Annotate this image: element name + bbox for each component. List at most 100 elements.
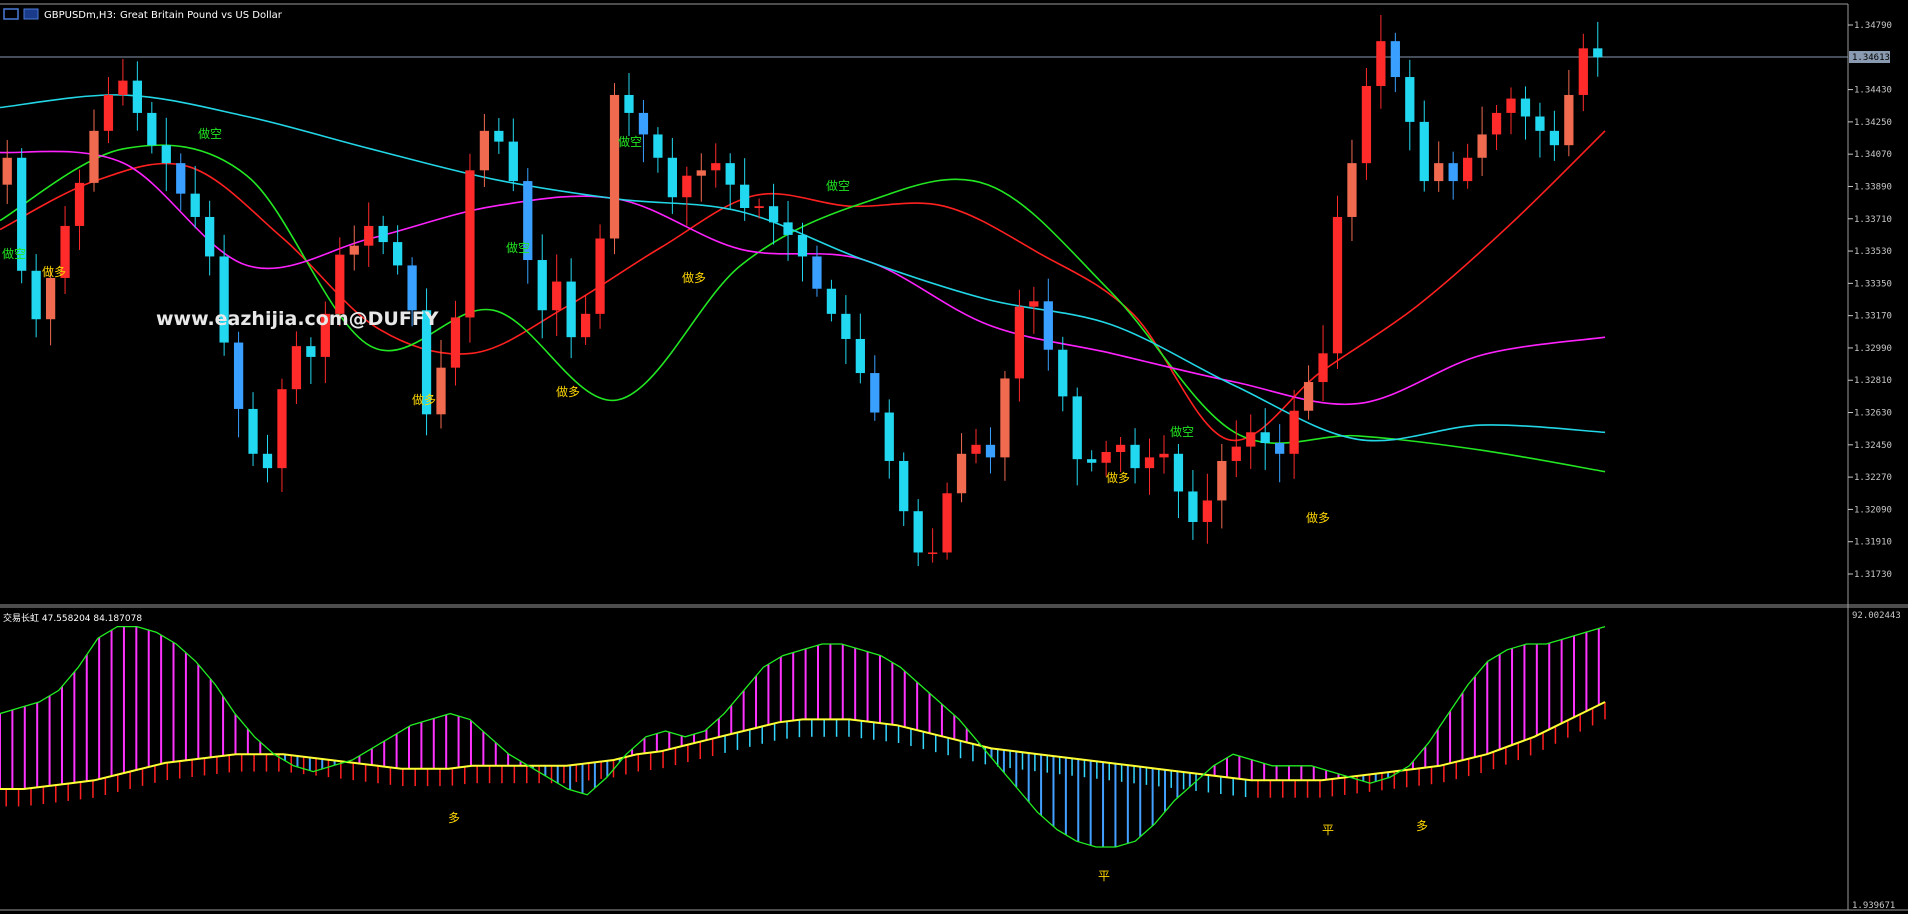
bear-candle <box>494 130 504 142</box>
bear-candle <box>768 206 779 223</box>
trading-chart[interactable]: GBPUSDm,H3: Great Britain Pound vs US Do… <box>0 0 1908 914</box>
bear-candle <box>407 265 417 311</box>
price-tick-label: 1.31730 <box>1854 570 1892 580</box>
bull-candle <box>1231 446 1241 461</box>
bull-candle <box>1332 216 1343 354</box>
price-tick-label: 1.32990 <box>1854 344 1892 354</box>
bull-candle <box>1303 382 1314 411</box>
bear-candle <box>855 338 865 374</box>
bull-candle <box>1477 134 1487 158</box>
bear-candle <box>262 453 273 469</box>
bull-candle <box>1000 378 1010 458</box>
signal-label-sell: 做空 <box>506 240 530 255</box>
bull-candle <box>1115 444 1126 452</box>
bull-candle <box>103 94 114 131</box>
bear-candle <box>378 225 388 243</box>
bear-candle <box>899 460 909 512</box>
bear-candle <box>306 346 316 357</box>
bear-candle <box>1260 432 1270 444</box>
bear-candle <box>233 342 244 409</box>
signal-label-sell: 做空 <box>1170 424 1194 439</box>
bear-candle <box>826 288 837 314</box>
signal-label-sell: 做空 <box>826 178 850 193</box>
bear-candle <box>638 112 649 135</box>
bull-candle <box>754 206 764 208</box>
bear-candle <box>1072 396 1082 460</box>
price-tick-label: 1.31910 <box>1854 538 1892 548</box>
symbol-description: Great Britain Pound vs US Dollar <box>120 10 283 21</box>
signal-label-sell: 做空 <box>2 246 26 261</box>
bull-candle <box>118 80 128 95</box>
bull-candle <box>552 281 562 311</box>
bull-candle <box>971 444 981 454</box>
bull-candle <box>450 317 461 368</box>
osc-signal-label: 多 <box>1416 819 1428 833</box>
bear-candle <box>624 94 634 113</box>
bull-candle <box>74 182 85 226</box>
signal-label-buy: 做多 <box>1106 470 1130 485</box>
bull-candle <box>1361 86 1372 164</box>
bull-candle <box>928 552 938 554</box>
bear-candle <box>393 242 403 266</box>
bear-candle <box>1520 98 1531 117</box>
price-tick-label: 1.33530 <box>1854 247 1892 257</box>
bear-candle <box>537 260 547 311</box>
price-tick-label: 1.34790 <box>1854 21 1892 31</box>
bull-candle <box>956 453 967 494</box>
bear-candle <box>1173 453 1184 492</box>
bull-candle <box>609 94 620 239</box>
chart-header: GBPUSDm,H3: Great Britain Pound vs US Do… <box>3 8 283 21</box>
bear-candle <box>1275 443 1285 454</box>
osc-signal-label: 多 <box>448 811 460 825</box>
signal-label-sell: 做空 <box>198 126 222 141</box>
bear-candle <box>797 234 808 257</box>
price-tick-label: 1.32270 <box>1854 473 1892 483</box>
bull-candle <box>580 313 591 338</box>
chart-type-icon[interactable] <box>23 8 39 20</box>
price-tick-label: 1.33350 <box>1854 279 1892 289</box>
signal-label-buy: 做多 <box>556 384 580 399</box>
bear-candle <box>248 408 258 454</box>
bull-candle <box>1159 453 1169 458</box>
bear-candle <box>176 163 186 194</box>
bull-candle <box>277 389 287 469</box>
bear-candle <box>667 157 677 198</box>
bull-candle <box>1318 353 1328 383</box>
price-tick-label: 1.34070 <box>1854 150 1892 160</box>
bear-candle <box>1535 116 1545 131</box>
bear-candle <box>566 281 576 338</box>
bull-candle <box>436 367 446 415</box>
price-tick-label: 1.32450 <box>1854 441 1892 451</box>
bull-candle <box>1434 163 1444 182</box>
signal-label-buy: 做多 <box>412 392 436 407</box>
bull-candle <box>1014 306 1025 379</box>
bear-candle <box>190 193 200 217</box>
bear-candle <box>725 163 735 185</box>
bear-candle <box>161 145 171 164</box>
osc-signal-label: 平 <box>1098 869 1110 883</box>
bear-candle <box>1130 444 1140 469</box>
bull-candle <box>1491 112 1502 135</box>
bear-candle <box>913 511 923 553</box>
bull-candle <box>1246 432 1256 447</box>
price-tick-label: 1.34430 <box>1854 86 1892 96</box>
bear-candle <box>1549 130 1560 146</box>
bear-candle <box>1188 491 1198 522</box>
bear-candle <box>205 216 215 257</box>
bear-candle <box>1405 77 1415 122</box>
price-tick-label: 1.32810 <box>1854 376 1892 386</box>
bull-candle <box>595 238 605 314</box>
price-tick-label: 1.32630 <box>1854 409 1892 419</box>
signal-label-buy: 做多 <box>682 270 706 285</box>
bull-candle <box>291 346 302 390</box>
bull-candle <box>1376 41 1386 86</box>
osc-signal-label: 平 <box>1322 823 1334 837</box>
bull-candle <box>1029 301 1039 307</box>
bear-candle <box>1390 41 1400 78</box>
bull-candle <box>335 254 345 314</box>
price-tick-label: 1.33170 <box>1854 312 1892 322</box>
bull-candle <box>1289 410 1299 454</box>
bear-candle <box>783 222 793 235</box>
bull-candle <box>1578 48 1588 95</box>
bear-candle <box>1419 121 1429 182</box>
